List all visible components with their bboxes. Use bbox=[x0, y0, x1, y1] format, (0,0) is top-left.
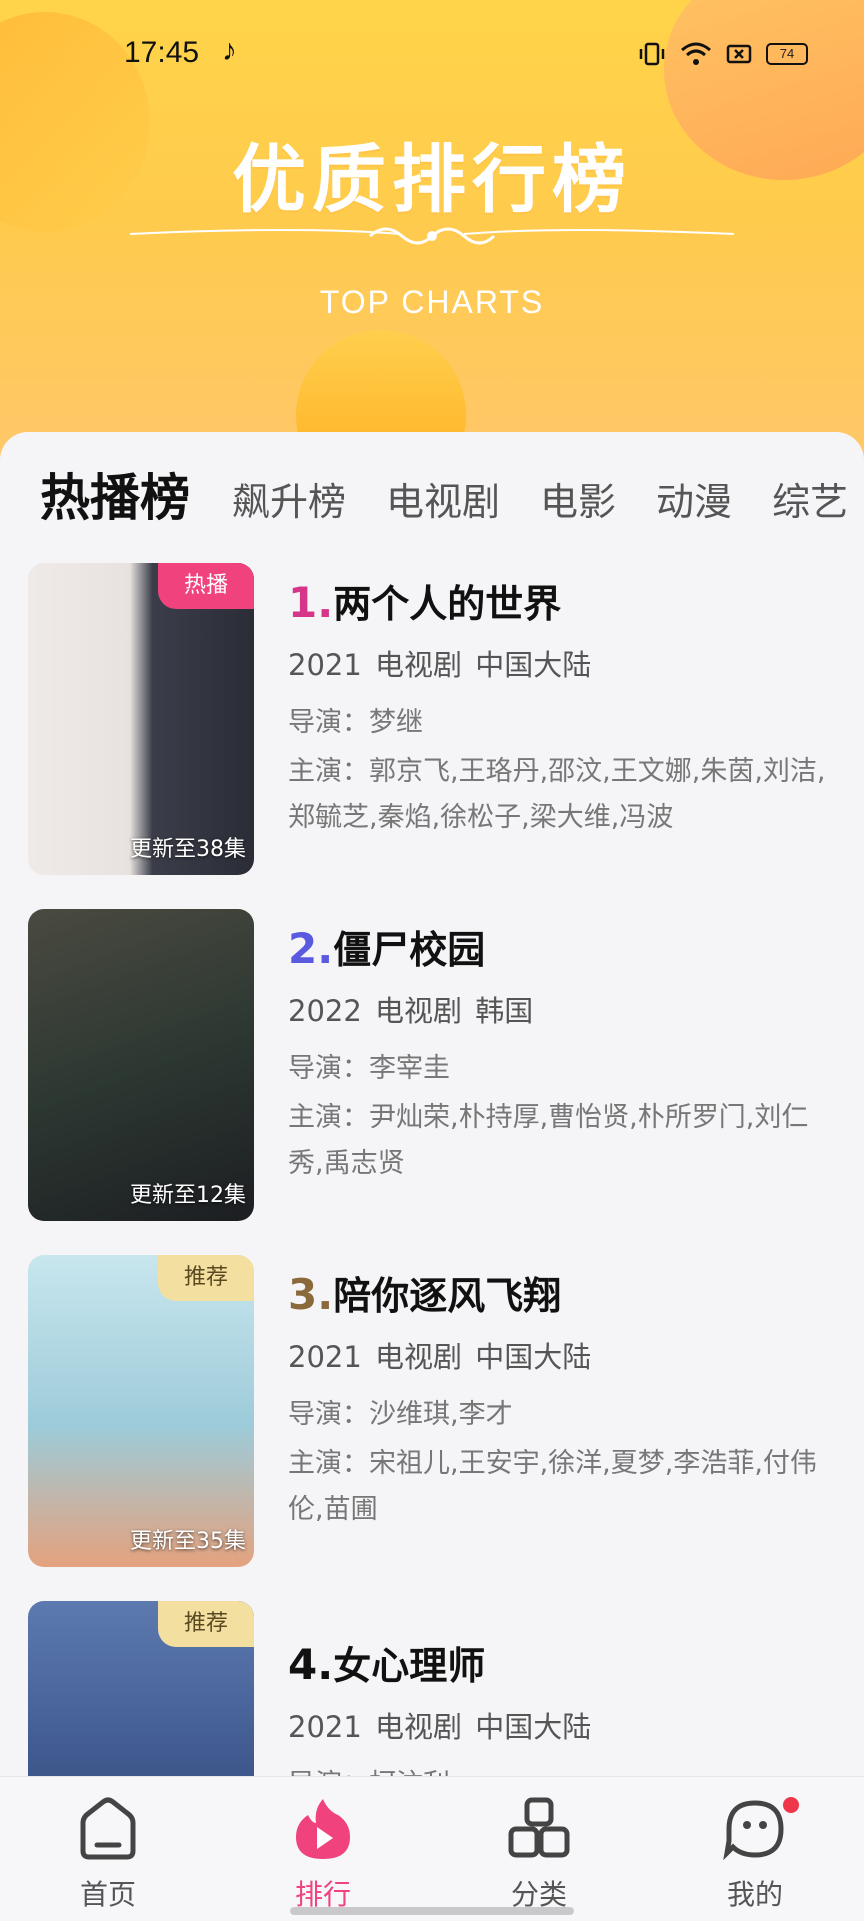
nav-category[interactable]: 分类 bbox=[464, 1797, 614, 1913]
profile-icon bbox=[723, 1797, 799, 1861]
status-bar: 17:45 ♪ 74 bbox=[0, 0, 864, 110]
list-item[interactable]: 热播 更新至38集 1.两个人的世界 2021 电视剧 中国大陆 导演：梦继 主… bbox=[0, 563, 864, 875]
tab-hot[interactable]: 热播榜 bbox=[40, 458, 190, 530]
item-title: 女心理师 bbox=[333, 1644, 486, 1688]
rank-number: 3. bbox=[288, 1270, 334, 1319]
status-time: 17:45 bbox=[124, 36, 200, 69]
item-meta: 2022 电视剧 韩国 bbox=[288, 994, 534, 1028]
notification-dot bbox=[783, 1797, 799, 1813]
list-item[interactable]: 更新至12集 2.僵尸校园 2022 电视剧 韩国 导演：李宰圭 主演：尹灿荣,… bbox=[0, 909, 864, 1221]
item-title-line[interactable]: 1.两个人的世界 bbox=[288, 573, 828, 628]
nav-home[interactable]: 首页 bbox=[33, 1797, 183, 1913]
tab-anime[interactable]: 动漫 bbox=[656, 471, 732, 526]
item-title: 陪你逐风飞翔 bbox=[333, 1274, 562, 1318]
music-note-icon: ♪ bbox=[222, 34, 237, 67]
battery-icon: 74 bbox=[766, 43, 808, 65]
recommend-badge: 推荐 bbox=[158, 1601, 254, 1647]
hero-title: 优质排行榜 bbox=[232, 137, 632, 223]
flame-play-icon bbox=[296, 1799, 350, 1859]
hero-banner: 17:45 ♪ 74 优质排行榜 TOP CHARTS bbox=[0, 0, 864, 470]
item-title-line[interactable]: 3.陪你逐风飞翔 bbox=[288, 1265, 828, 1320]
episode-update: 更新至35集 bbox=[130, 1529, 246, 1554]
item-cast: 主演：尹灿荣,朴持厚,曹怡贤,朴所罗门,刘仁秀,禹志贤 bbox=[288, 1102, 809, 1179]
item-director: 导演：李宰圭 bbox=[288, 1053, 450, 1084]
ornament-divider bbox=[129, 227, 735, 245]
tab-rising[interactable]: 飙升榜 bbox=[232, 471, 346, 526]
rank-number: 1. bbox=[288, 578, 334, 627]
rank-number: 4. bbox=[288, 1640, 334, 1689]
sim-icon bbox=[726, 44, 752, 64]
rank-number: 2. bbox=[288, 924, 334, 973]
nav-profile[interactable]: 我的 bbox=[680, 1797, 830, 1913]
home-indicator[interactable] bbox=[290, 1907, 574, 1915]
tab-movie[interactable]: 电影 bbox=[540, 471, 616, 526]
tab-tv[interactable]: 电视剧 bbox=[386, 471, 500, 526]
item-cast: 主演：宋祖儿,王安宇,徐洋,夏梦,李浩菲,付伟伦,苗圃 bbox=[288, 1448, 817, 1525]
item-director: 导演：梦继 bbox=[288, 707, 423, 738]
item-info: 1.两个人的世界 2021 电视剧 中国大陆 导演：梦继 主演：郭京飞,王珞丹,… bbox=[288, 563, 828, 841]
item-cast: 主演：郭京飞,王珞丹,邵汶,王文娜,朱茵,刘洁,郑毓芝,秦焰,徐松子,梁大维,冯… bbox=[288, 756, 826, 833]
item-director: 导演：沙维琪,李才 bbox=[288, 1399, 513, 1430]
poster-image[interactable]: 推荐 更新至35集 bbox=[28, 1255, 254, 1567]
nav-ranking[interactable]: 排行 bbox=[248, 1797, 398, 1913]
item-title: 僵尸校园 bbox=[333, 928, 486, 972]
recommend-badge: 推荐 bbox=[158, 1255, 254, 1301]
category-icon bbox=[508, 1797, 570, 1858]
nav-profile-label: 我的 bbox=[726, 1878, 783, 1911]
item-info: 2.僵尸校园 2022 电视剧 韩国 导演：李宰圭 主演：尹灿荣,朴持厚,曹怡贤… bbox=[288, 909, 828, 1187]
home-icon bbox=[80, 1797, 136, 1860]
wifi-icon bbox=[681, 42, 711, 65]
item-info: 3.陪你逐风飞翔 2021 电视剧 中国大陆 导演：沙维琪,李才 主演：宋祖儿,… bbox=[288, 1255, 828, 1533]
hot-badge: 热播 bbox=[158, 563, 254, 609]
item-meta: 2021 电视剧 中国大陆 bbox=[288, 1340, 592, 1374]
poster-image[interactable]: 更新至12集 bbox=[28, 909, 254, 1221]
poster-image[interactable]: 热播 更新至38集 bbox=[28, 563, 254, 875]
tab-variety[interactable]: 综艺 bbox=[772, 471, 848, 526]
hero-subtitle: TOP CHARTS bbox=[319, 284, 545, 320]
item-title-line[interactable]: 2.僵尸校园 bbox=[288, 919, 828, 974]
nav-home-label: 首页 bbox=[79, 1878, 136, 1911]
item-meta: 2021 电视剧 中国大陆 bbox=[288, 1710, 592, 1744]
item-meta: 2021 电视剧 中国大陆 bbox=[288, 648, 592, 682]
list-item[interactable]: 推荐 更新至35集 3.陪你逐风飞翔 2021 电视剧 中国大陆 导演：沙维琪,… bbox=[0, 1255, 864, 1567]
category-tabs: 热播榜 飙升榜 电视剧 电影 动漫 综艺 bbox=[40, 458, 864, 530]
item-title-line[interactable]: 4.女心理师 bbox=[288, 1635, 828, 1690]
item-title: 两个人的世界 bbox=[333, 582, 562, 626]
vibrate-icon bbox=[639, 42, 665, 66]
episode-update: 更新至38集 bbox=[130, 837, 246, 862]
episode-update: 更新至12集 bbox=[130, 1183, 246, 1208]
item-info: 4.女心理师 2021 电视剧 中国大陆 导演：柯汶利 bbox=[288, 1601, 828, 1801]
bottom-nav: 首页 排行 分类 我的 bbox=[0, 1776, 864, 1921]
